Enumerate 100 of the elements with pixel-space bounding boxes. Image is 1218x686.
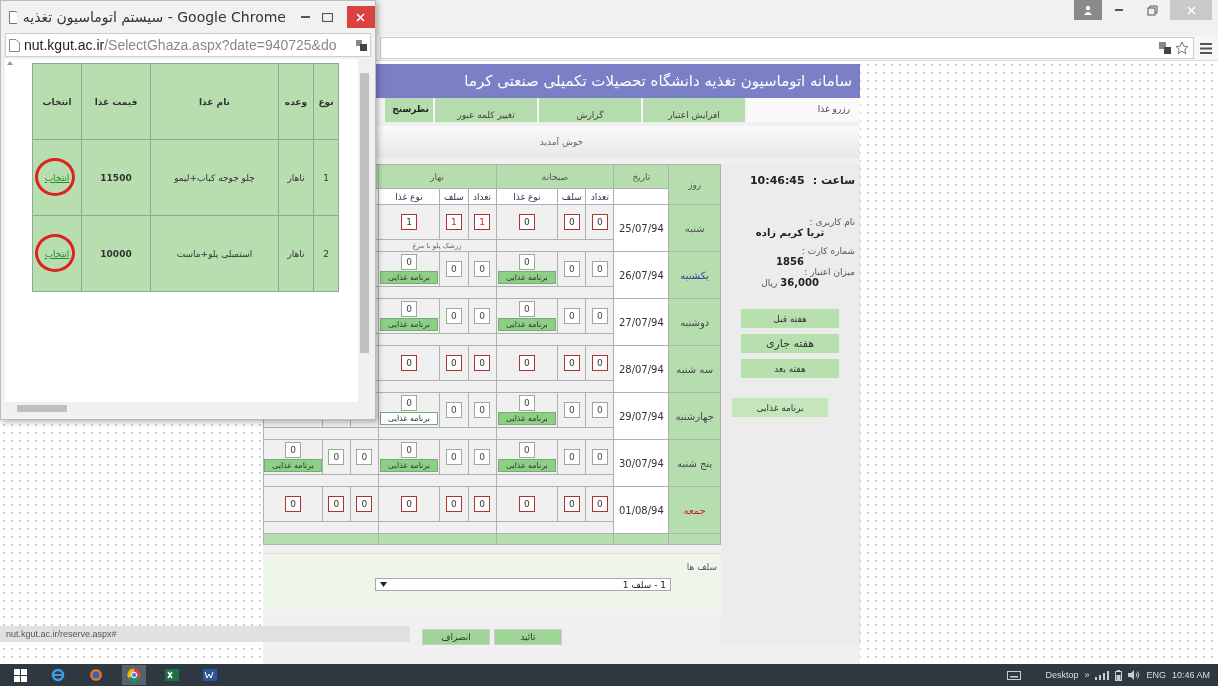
number-field[interactable]: 0 [285, 496, 301, 512]
scrollbar-thumb[interactable] [360, 73, 369, 353]
number-field[interactable]: 0 [445, 308, 462, 324]
signal-icon[interactable] [1095, 670, 1110, 680]
number-field[interactable]: 0 [474, 449, 490, 465]
number-field[interactable]: 0 [518, 301, 535, 317]
number-field[interactable]: 0 [518, 214, 535, 230]
meal-plan-button[interactable]: برنامه غذایی [380, 459, 438, 472]
close-icon[interactable] [346, 6, 375, 28]
number-field[interactable]: 0 [563, 214, 580, 230]
desktop-toolbar[interactable]: Desktop [1045, 670, 1079, 680]
number-field[interactable]: 0 [474, 402, 490, 418]
number-field[interactable]: 0 [563, 355, 580, 371]
number-field[interactable]: 0 [563, 261, 580, 277]
table-cell: 2 [313, 215, 339, 292]
meal-plan-button[interactable]: برنامه غذایی [497, 459, 556, 472]
number-field[interactable]: 0 [474, 355, 490, 371]
week-button[interactable]: هفته جاری [740, 333, 840, 354]
number-field[interactable]: 0 [356, 496, 373, 512]
number-field[interactable]: 0 [401, 496, 417, 512]
menu-tab[interactable]: افزایش اعتبار [641, 98, 745, 122]
clock-time[interactable]: 10:46 AM [1171, 670, 1210, 680]
number-field[interactable]: 0 [401, 254, 417, 270]
menu-tab[interactable]: نظرسنج [383, 98, 433, 122]
week-button[interactable]: هفته بعد [740, 358, 840, 379]
cancel-button[interactable]: انصراف [422, 629, 490, 645]
column-header: قیمت غذا [81, 63, 151, 140]
menu-tab[interactable]: گزارش [537, 98, 641, 122]
restaurant-select[interactable]: 1 - سلف 1 [375, 578, 671, 591]
number-field[interactable]: 1 [474, 214, 490, 230]
number-field[interactable]: 0 [474, 308, 490, 324]
number-field[interactable]: 0 [518, 395, 535, 411]
menu-icon[interactable] [1200, 42, 1212, 54]
number-field[interactable]: 0 [591, 449, 608, 465]
language-indicator[interactable]: ENG [1146, 670, 1166, 680]
date-cell: 01/08/94 [613, 486, 669, 534]
number-field[interactable]: 0 [591, 261, 608, 277]
number-field[interactable]: 0 [563, 402, 580, 418]
number-field[interactable]: 0 [445, 449, 462, 465]
number-field[interactable]: 0 [518, 254, 535, 270]
number-field[interactable]: 0 [328, 496, 345, 512]
number-field[interactable]: 0 [401, 301, 417, 317]
menu-tab[interactable]: تغییر کلمه عبور [433, 98, 537, 122]
number-field[interactable]: 0 [285, 442, 301, 458]
keyboard-icon[interactable] [1007, 670, 1022, 680]
welcome-text: خوش آمدید [539, 137, 584, 147]
number-field[interactable]: 0 [518, 442, 535, 458]
confirm-button[interactable]: تائید [494, 629, 562, 645]
meal-plan-button[interactable]: برنامه غذایی [380, 412, 438, 425]
battery-icon[interactable] [1115, 669, 1123, 681]
number-field[interactable]: 0 [518, 496, 535, 512]
meal-plan-button[interactable]: برنامه غذایی [497, 412, 556, 425]
address-field[interactable]: nut.kgut.ac.ir/SelectGhaza.aspx?date=940725&do [5, 33, 371, 57]
star-icon[interactable] [1175, 41, 1189, 55]
number-field[interactable]: 0 [591, 214, 608, 230]
number-field[interactable]: 0 [591, 402, 608, 418]
number-field[interactable]: 0 [445, 355, 462, 371]
meal-plan-button[interactable]: برنامه غذایی [497, 318, 556, 331]
number-field[interactable]: 0 [563, 308, 580, 324]
week-button[interactable]: هفته قبل [740, 308, 840, 329]
meal-plan-button[interactable]: برنامه غذایی [264, 459, 322, 472]
overflow-chevron[interactable]: » [1084, 670, 1090, 680]
number-field[interactable]: 1 [445, 214, 462, 230]
number-field[interactable]: 0 [401, 395, 417, 411]
number-field[interactable]: 0 [401, 442, 417, 458]
number-field[interactable]: 0 [518, 355, 535, 371]
meal-plan-button[interactable]: برنامه غذایی [731, 397, 829, 418]
day-name: سه شنبه [676, 363, 714, 375]
day-name: یکشنبه [680, 269, 709, 281]
number-field[interactable]: 0 [445, 402, 462, 418]
number-field[interactable]: 1 [401, 214, 417, 230]
number-field[interactable]: 0 [563, 496, 580, 512]
number-field[interactable]: 0 [563, 449, 580, 465]
number-field[interactable]: 0 [591, 308, 608, 324]
number-field[interactable]: 0 [328, 449, 345, 465]
clock-label: ساعت : [812, 174, 855, 187]
day-name: شنبه [684, 222, 705, 234]
number-field[interactable]: 0 [445, 261, 462, 277]
translate-icon[interactable] [1159, 42, 1171, 54]
meal-plan-button[interactable]: برنامه غذایی [380, 318, 438, 331]
user-label: نام کاربری : [808, 217, 855, 227]
credit-amount: 36,000 [780, 277, 819, 288]
number-field[interactable]: 0 [356, 449, 373, 465]
menu-tab[interactable]: رزرو غذا [745, 98, 860, 122]
number-field[interactable]: 0 [445, 496, 462, 512]
number-field[interactable]: 0 [401, 355, 417, 371]
address-field[interactable] [380, 37, 1194, 59]
number-field[interactable]: 0 [591, 496, 608, 512]
chrome-icon[interactable] [122, 665, 146, 685]
date-cell: 29/07/94 [613, 392, 669, 440]
meal-plan-button[interactable]: برنامه غذایی [497, 271, 556, 284]
number-field[interactable]: 0 [591, 355, 608, 371]
translate-icon[interactable] [356, 39, 367, 51]
user-icon[interactable] [1074, 0, 1102, 20]
scrollbar-thumb[interactable] [17, 405, 67, 412]
column-header: سلف [557, 188, 586, 205]
speaker-icon[interactable] [1128, 670, 1141, 680]
meal-plan-button[interactable]: برنامه غذایی [380, 271, 438, 284]
number-field[interactable]: 0 [474, 496, 490, 512]
number-field[interactable]: 0 [474, 261, 490, 277]
